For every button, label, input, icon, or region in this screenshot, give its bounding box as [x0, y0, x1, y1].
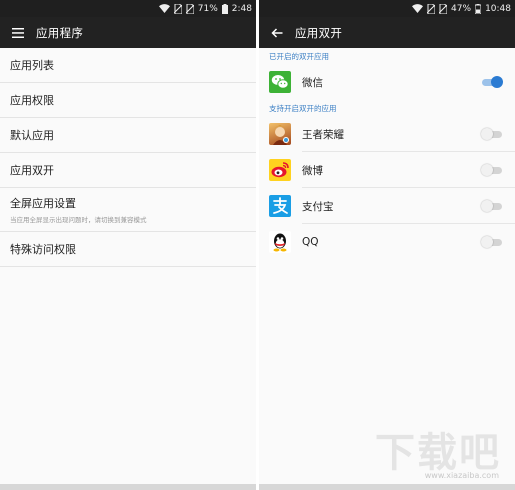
watermark: 下载吧 www.xiazaiba.com [361, 420, 501, 480]
qq-icon [269, 231, 291, 253]
back-arrow-icon [271, 27, 283, 38]
app-bar: 应用程序 [0, 17, 256, 48]
app-name: QQ [302, 236, 319, 248]
no-sim-icon [439, 3, 448, 14]
status-bar: 47% 10:48 [259, 0, 515, 17]
status-bar: 71% 2:48 [0, 0, 256, 17]
back-button[interactable] [259, 17, 295, 48]
battery-icon [475, 3, 482, 14]
wechat-icon [269, 71, 291, 93]
battery-icon [221, 3, 228, 14]
menu-item-app-permissions[interactable]: 应用权限 [0, 83, 256, 118]
menu-item-description: 当应用全屏显示出现问题时，请切换到兼容模式 [10, 216, 147, 224]
dual-app-toggle-qq[interactable] [481, 236, 503, 248]
dual-app-toggle-weibo[interactable] [481, 164, 503, 176]
navigation-bar-edge [259, 484, 515, 490]
dual-app-toggle-wechat[interactable] [481, 76, 503, 88]
page-title: 应用双开 [295, 25, 343, 40]
menu-item-default-apps[interactable]: 默认应用 [0, 118, 256, 153]
app-row-qq[interactable]: QQ [259, 224, 515, 260]
navigation-bar-edge [0, 484, 256, 490]
app-row-wechat[interactable]: 微信 [259, 64, 515, 100]
watermark-url: www.xiazaiba.com [424, 471, 499, 480]
menu-item-label: 特殊访问权限 [10, 243, 76, 256]
dual-app-toggle-honor-of-kings[interactable] [481, 128, 503, 140]
menu-item-label: 全屏应用设置 [10, 197, 76, 210]
app-name: 王者荣耀 [302, 128, 344, 141]
watermark-logo: 下载吧 [375, 430, 501, 476]
dual-apps-screen: 47% 10:48 应用双开 已开启的双开应用 微信 支持开启双开的应用 王者荣… [259, 0, 515, 490]
wifi-icon [158, 4, 170, 13]
menu-item-special-access[interactable]: 特殊访问权限 [0, 232, 256, 267]
section-header-supported: 支持开启双开的应用 [269, 104, 337, 113]
clock: 2:48 [231, 3, 252, 14]
section-header-enabled: 已开启的双开应用 [269, 52, 329, 61]
app-bar: 应用双开 [259, 17, 515, 48]
no-sim-icon [427, 3, 436, 14]
page-title: 应用程序 [36, 25, 84, 40]
no-sim-icon [173, 3, 182, 14]
menu-item-label: 默认应用 [10, 129, 54, 142]
app-row-weibo[interactable]: 微博 [259, 152, 515, 188]
hamburger-menu-icon [12, 27, 24, 38]
app-name: 微博 [302, 164, 323, 177]
menu-item-label: 应用列表 [10, 59, 54, 72]
clock: 10:48 [485, 3, 511, 14]
honor-of-kings-icon [269, 123, 291, 145]
wifi-icon [412, 4, 424, 13]
menu-item-dual-apps[interactable]: 应用双开 [0, 153, 256, 188]
app-settings-screen: 71% 2:48 应用程序 应用列表 应用权限 默认应用 应用双开 全屏应用设置… [0, 0, 256, 490]
alipay-icon [269, 195, 291, 217]
menu-button[interactable] [0, 17, 36, 48]
dual-app-toggle-alipay[interactable] [481, 200, 503, 212]
app-name: 支付宝 [302, 200, 334, 213]
menu-item-label: 应用权限 [10, 94, 54, 107]
menu-item-label: 应用双开 [10, 164, 54, 177]
no-sim-icon [185, 3, 194, 14]
battery-percent: 71% [197, 3, 218, 14]
battery-percent: 47% [451, 3, 472, 14]
app-name: 微信 [302, 76, 323, 89]
weibo-icon [269, 159, 291, 181]
menu-item-app-list[interactable]: 应用列表 [0, 48, 256, 83]
app-row-alipay[interactable]: 支付宝 [259, 188, 515, 224]
app-row-honor-of-kings[interactable]: 王者荣耀 [259, 116, 515, 152]
menu-item-fullscreen-settings[interactable]: 全屏应用设置 当应用全屏显示出现问题时，请切换到兼容模式 [0, 188, 256, 232]
